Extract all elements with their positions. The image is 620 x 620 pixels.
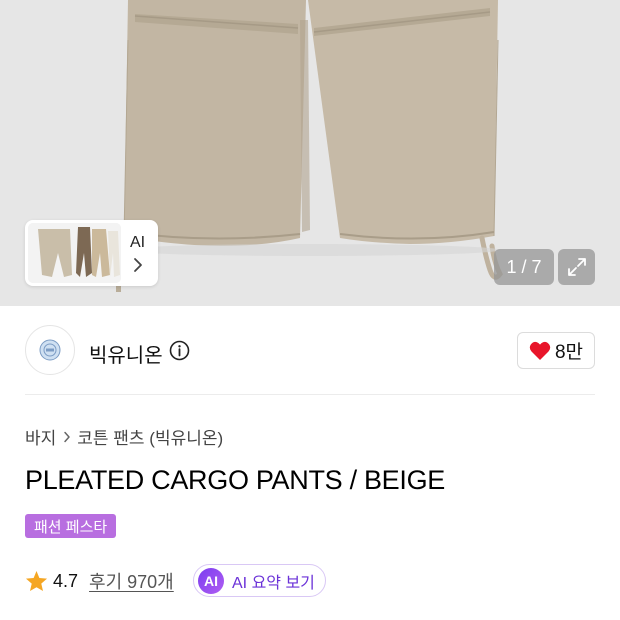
breadcrumb-subcategory[interactable]: 코튼 팬츠 (빅유니온) (77, 424, 223, 449)
like-button[interactable]: 8만 (517, 332, 595, 369)
like-count: 8만 (554, 342, 584, 363)
event-badge[interactable]: 패션 페스타 (25, 514, 117, 538)
ai-thumbnail-label: AI (130, 234, 146, 251)
review-count-link[interactable]: 후기 970개 (89, 568, 174, 594)
expand-icon[interactable] (558, 249, 595, 285)
ai-summary-label: AI 요약 보기 (232, 574, 315, 592)
heart-icon (529, 341, 551, 360)
rating-score: 4.7 (53, 570, 79, 591)
ai-summary-button[interactable]: AI AI 요약 보기 (193, 564, 326, 597)
brand-emblem-icon (39, 339, 61, 361)
product-title: PLEATED CARGO PANTS / BEIGE (25, 465, 445, 495)
breadcrumb: 바지 코튼 팬츠 (빅유니온) (25, 424, 223, 449)
rating-row: 4.7 후기 970개 (25, 566, 174, 596)
thumbnail-image (28, 223, 121, 283)
star-icon (25, 570, 48, 592)
ai-icon: AI (198, 567, 224, 594)
breadcrumb-category[interactable]: 바지 (25, 424, 56, 449)
brand-logo[interactable] (25, 325, 75, 375)
chevron-right-icon (63, 431, 71, 443)
divider (25, 394, 595, 395)
chevron-right-icon[interactable] (133, 257, 143, 278)
info-icon[interactable] (169, 340, 190, 366)
image-counter: 1 / 7 (494, 249, 554, 285)
brand-name[interactable]: 빅유니온 (89, 339, 163, 368)
product-image-gallery[interactable]: AI 1 / 7 (0, 0, 620, 306)
